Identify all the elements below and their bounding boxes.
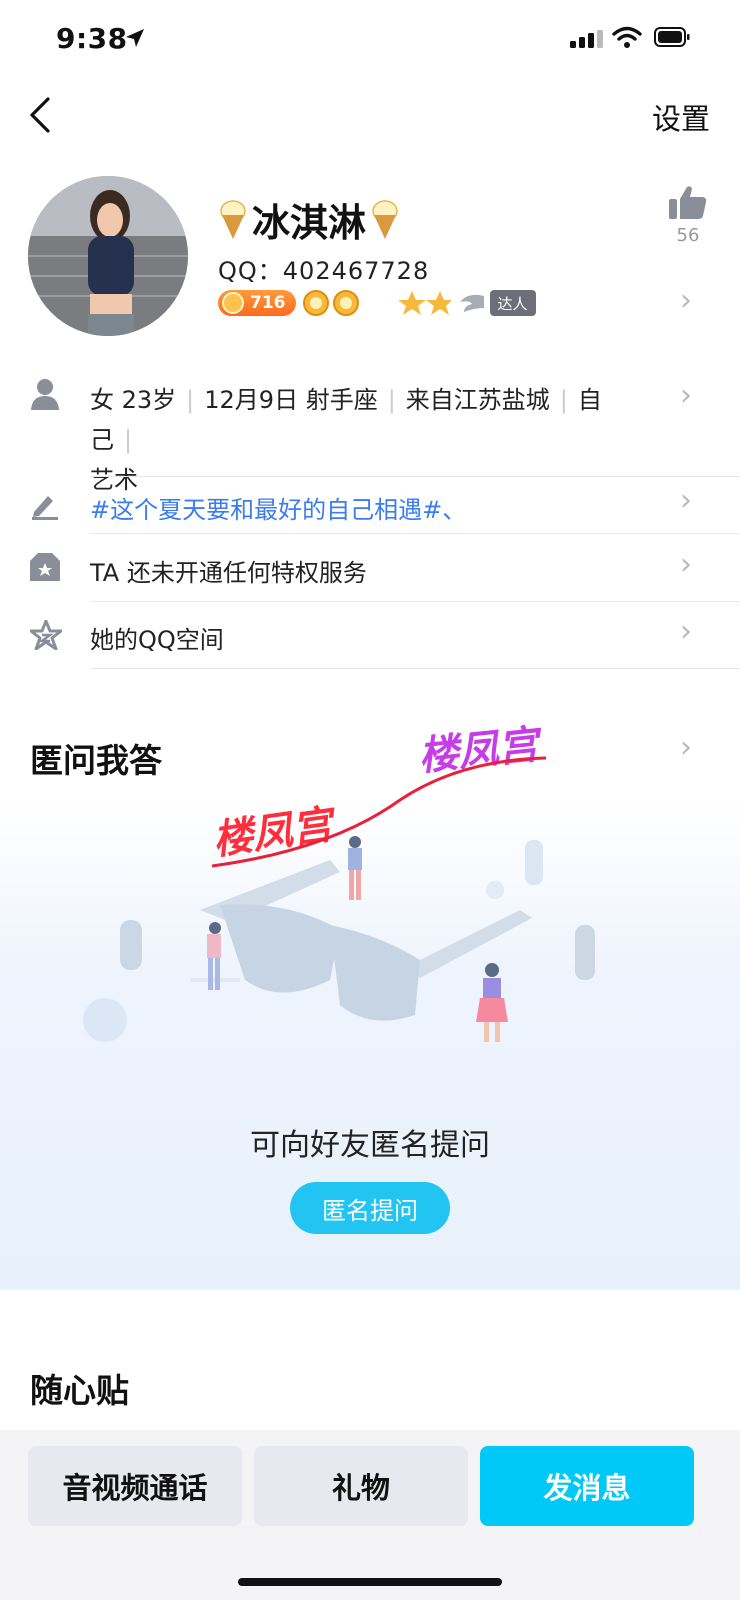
qq-label: QQ： (218, 257, 283, 285)
gender-age: 女 23岁 (90, 386, 177, 414)
like-count: 56 (676, 225, 700, 246)
chevron-right-icon[interactable]: › (680, 378, 692, 413)
video-call-button[interactable]: 音视频通话 (28, 1446, 242, 1526)
coin-count: 716 (250, 293, 286, 313)
basic-info[interactable]: 女 23岁 | 12月9日 射手座 | 来自江苏盐城 | 自己 | 艺术 (90, 380, 650, 500)
birthday: 12月9日 射手座 (204, 386, 378, 414)
home-indicator[interactable] (238, 1578, 502, 1586)
sunglasses-illustration (83, 836, 595, 1042)
qa-caption: 可向好友匿名提问 (250, 1128, 490, 1163)
profile-name: 冰淇淋 (218, 192, 400, 247)
separator: | (124, 426, 133, 454)
ice-cream-icon (372, 199, 398, 239)
location: 来自江苏盐城 (405, 386, 550, 414)
person-icon (31, 379, 59, 410)
chevron-right-icon[interactable]: › (680, 283, 692, 318)
level-badges[interactable]: 716 达人 (218, 288, 536, 318)
like-button[interactable]: 56 (668, 185, 708, 246)
divider (90, 601, 740, 602)
qq-number: 402467728 (282, 257, 430, 285)
qq-space-text[interactable]: 她的QQ空间 (90, 620, 224, 655)
send-message-button[interactable]: 发消息 (480, 1446, 694, 1526)
gift-button[interactable]: 礼物 (254, 1446, 468, 1526)
coin-icon (222, 292, 244, 314)
profile-name-text: 冰淇淋 (252, 201, 367, 245)
separator: | (559, 386, 568, 414)
chevron-right-icon[interactable]: › (680, 730, 692, 765)
pencil-icon (32, 496, 58, 520)
qq-number-line: QQ：402467728 (218, 251, 429, 286)
coin-badge: 716 (218, 290, 296, 316)
divider (90, 668, 740, 669)
divider (90, 533, 740, 534)
separator: | (186, 386, 195, 414)
privilege-text[interactable]: TA 还未开通任何特权服务 (90, 553, 367, 588)
back-arrow-icon[interactable] (28, 96, 52, 134)
thumbs-up-icon (669, 186, 707, 219)
avatar[interactable] (28, 176, 188, 336)
wing-icon (459, 294, 484, 312)
level-icons (302, 290, 452, 316)
privilege-box-icon (30, 553, 60, 581)
settings-button[interactable]: 设置 (652, 96, 710, 138)
status-time: 9:38 (56, 22, 128, 55)
ice-cream-icon (220, 199, 246, 239)
signal-icon (570, 30, 603, 48)
avatar-photo (28, 176, 188, 336)
wifi-icon (612, 26, 642, 48)
separator: | (387, 386, 396, 414)
daren-badge: 达人 (489, 290, 536, 316)
anonymous-ask-button[interactable]: 匿名提问 (290, 1182, 450, 1234)
divider (90, 476, 740, 477)
person-figure (348, 836, 362, 900)
battery-icon (654, 27, 690, 47)
qzone-star-icon (30, 620, 62, 650)
signature-text[interactable]: #这个夏天要和最好的自己相遇#、 (90, 490, 466, 525)
chevron-right-icon[interactable]: › (680, 547, 692, 582)
chevron-right-icon[interactable]: › (680, 483, 692, 518)
qa-title: 匿问我答 (30, 741, 162, 780)
chevron-right-icon[interactable]: › (680, 614, 692, 649)
sticky-title: 随心贴 (30, 1371, 129, 1410)
location-arrow-icon (126, 29, 144, 47)
